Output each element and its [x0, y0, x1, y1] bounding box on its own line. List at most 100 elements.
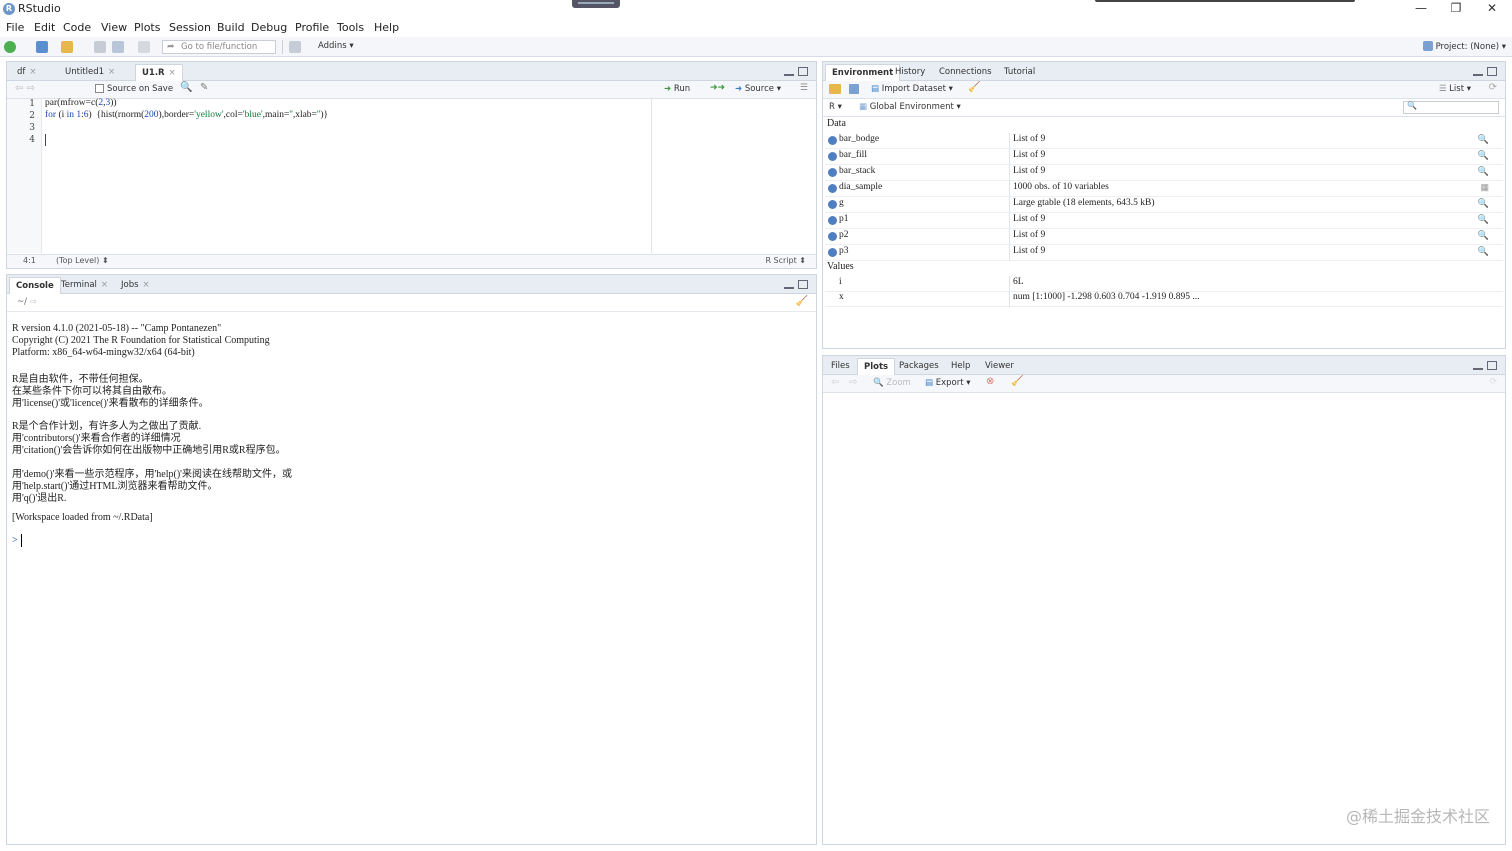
env-value-row[interactable]: x num [1:1000] -1.298 0.603 0.704 -1.919 … — [825, 291, 1503, 307]
env-data-row[interactable]: dia_sample 1000 obs. of 10 variables ▦ — [825, 181, 1503, 197]
minimize-pane-icon[interactable] — [1473, 70, 1483, 76]
expand-icon[interactable] — [828, 136, 837, 145]
maximize-pane-icon[interactable] — [798, 67, 808, 76]
source-on-save-checkbox[interactable] — [95, 84, 104, 93]
menu-help[interactable]: Help — [374, 21, 399, 34]
close-tab-icon[interactable]: × — [169, 68, 176, 78]
remove-plot-icon[interactable]: ⊗ — [986, 376, 994, 387]
tab-files[interactable]: Files — [825, 358, 856, 375]
menu-build[interactable]: Build — [217, 21, 245, 34]
menu-file[interactable]: File — [6, 21, 24, 34]
global-env-selector[interactable]: ▦ Global Environment ▾ — [859, 102, 961, 112]
tab-help[interactable]: Help — [945, 358, 976, 375]
menu-edit[interactable]: Edit — [34, 21, 55, 34]
env-data-row[interactable]: bar_fill List of 9 🔍 — [825, 149, 1503, 165]
save-workspace-icon[interactable] — [849, 84, 859, 94]
refresh-icon[interactable]: ⟳ — [1489, 377, 1497, 387]
tab-tutorial[interactable]: Tutorial — [998, 64, 1041, 81]
clear-objects-icon[interactable]: 🧹 — [968, 82, 980, 93]
file-type-selector[interactable]: R Script ⬍ — [765, 256, 806, 265]
import-dataset-button[interactable]: ▤ Import Dataset ▾ — [871, 84, 953, 94]
env-data-row[interactable]: p1 List of 9 🔍 — [825, 213, 1503, 229]
tab-untitled1[interactable]: Untitled1 × — [59, 64, 121, 81]
view-data-icon[interactable]: 🔍 — [1478, 134, 1489, 145]
maximize-pane-icon[interactable] — [798, 280, 808, 289]
close-button[interactable]: ✕ — [1474, 0, 1510, 18]
print-icon[interactable] — [138, 41, 150, 53]
language-selector[interactable]: R ▾ — [829, 102, 842, 112]
tab-plots[interactable]: Plots — [857, 358, 896, 375]
code-tools-icon[interactable]: ✎ — [200, 82, 208, 93]
env-data-row[interactable]: p3 List of 9 🔍 — [825, 245, 1503, 261]
menu-plots[interactable]: Plots — [134, 21, 160, 34]
clear-console-icon[interactable]: 🧹 — [796, 296, 808, 307]
console-prompt[interactable]: > — [12, 535, 18, 546]
goto-file-input[interactable]: ➦ Go to file/function — [162, 40, 276, 54]
view-mode-dropdown[interactable]: ☰ List ▾ — [1439, 84, 1471, 94]
expand-icon[interactable] — [828, 152, 837, 161]
expand-icon[interactable] — [828, 232, 837, 241]
addins-dropdown[interactable]: Addins ▾ — [318, 41, 354, 51]
close-tab-icon[interactable]: × — [108, 67, 115, 77]
pane-layout-icon[interactable] — [289, 41, 301, 53]
expand-icon[interactable] — [828, 184, 837, 193]
environment-search-input[interactable]: 🔍 — [1403, 101, 1499, 114]
search-icon[interactable]: 🔍 — [180, 82, 192, 93]
rerun-icon[interactable]: ➜➜ — [710, 83, 725, 93]
previous-plot-icon[interactable]: ⇦ — [831, 377, 839, 388]
close-tab-icon[interactable]: × — [29, 67, 36, 77]
view-data-icon[interactable]: 🔍 — [1478, 150, 1489, 161]
minimize-pane-icon[interactable] — [784, 70, 794, 76]
outline-icon[interactable]: ☰ — [800, 83, 808, 93]
zoom-button[interactable]: 🔍 Zoom — [873, 378, 911, 388]
open-file-icon[interactable] — [61, 41, 73, 53]
menu-view[interactable]: View — [101, 21, 127, 34]
tab-u1-r[interactable]: U1.R × — [135, 64, 183, 81]
maximize-pane-icon[interactable] — [1487, 361, 1497, 370]
env-data-row[interactable]: bar_stack List of 9 🔍 — [825, 165, 1503, 181]
tab-viewer[interactable]: Viewer — [979, 358, 1020, 375]
tab-history[interactable]: History — [889, 64, 931, 81]
minimize-pane-icon[interactable] — [1473, 364, 1483, 370]
env-value-row[interactable]: i 6L — [825, 276, 1503, 292]
close-tab-icon[interactable]: × — [101, 280, 108, 290]
tab-connections[interactable]: Connections — [933, 64, 998, 81]
menu-tools[interactable]: Tools — [337, 21, 364, 34]
view-data-icon[interactable]: 🔍 — [1478, 214, 1489, 225]
save-all-icon[interactable] — [112, 41, 124, 53]
expand-icon[interactable] — [828, 216, 837, 225]
tab-console[interactable]: Console — [9, 277, 61, 294]
source-button[interactable]: ➜ Source ▾ — [735, 84, 781, 94]
tab-terminal[interactable]: Terminal × — [55, 277, 114, 294]
load-workspace-icon[interactable] — [829, 84, 841, 94]
maximize-pane-icon[interactable] — [1487, 67, 1497, 76]
tab-jobs[interactable]: Jobs × — [115, 277, 156, 294]
restore-button[interactable]: ❐ — [1438, 0, 1474, 18]
expand-icon[interactable] — [828, 168, 837, 177]
code-line-1[interactable]: par(mfrow=c(2,3)) — [45, 98, 117, 108]
view-data-icon[interactable]: 🔍 — [1478, 230, 1489, 241]
env-data-row[interactable]: bar_bodge List of 9 🔍 — [825, 133, 1503, 149]
menu-debug[interactable]: Debug — [251, 21, 287, 34]
working-directory[interactable]: ~/ ⇨ — [17, 297, 37, 307]
clear-plots-icon[interactable]: 🧹 — [1011, 376, 1023, 387]
tab-packages[interactable]: Packages — [893, 358, 945, 375]
tab-df[interactable]: df × — [11, 64, 43, 81]
back-arrow-icon[interactable]: ⇦ ⇨ — [15, 83, 35, 94]
export-button[interactable]: ▤ Export ▾ — [925, 378, 971, 388]
close-tab-icon[interactable]: × — [143, 280, 150, 290]
view-table-icon[interactable]: ▦ — [1480, 182, 1489, 193]
expand-icon[interactable] — [828, 200, 837, 209]
minimize-pane-icon[interactable] — [784, 283, 794, 289]
menu-profile[interactable]: Profile — [295, 21, 329, 34]
env-data-row[interactable]: g Large gtable (18 elements, 643.5 kB) 🔍 — [825, 197, 1503, 213]
view-data-icon[interactable]: 🔍 — [1478, 246, 1489, 257]
minimize-button[interactable]: — — [1403, 0, 1439, 18]
env-data-row[interactable]: p2 List of 9 🔍 — [825, 229, 1503, 245]
view-data-icon[interactable]: 🔍 — [1478, 198, 1489, 209]
new-project-icon[interactable] — [36, 41, 48, 53]
view-data-icon[interactable]: 🔍 — [1478, 166, 1489, 177]
next-plot-icon[interactable]: ⇨ — [849, 377, 857, 388]
run-button[interactable]: ➜ Run — [664, 84, 690, 94]
refresh-icon[interactable]: ⟳ — [1489, 82, 1497, 93]
